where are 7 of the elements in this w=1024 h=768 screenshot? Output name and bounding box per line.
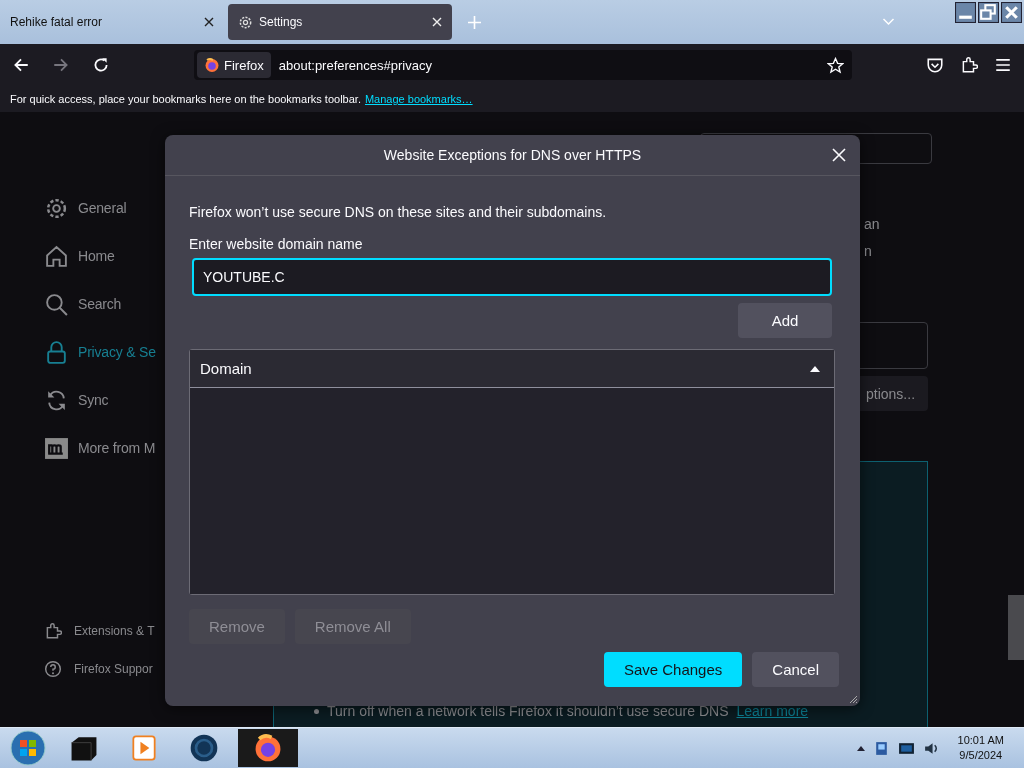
url-text: about:preferences#privacy (278, 57, 433, 73)
dialog-title: Website Exceptions for DNS over HTTPS (383, 147, 642, 163)
field-label: Enter website domain name (189, 236, 364, 252)
text-fragment: an (864, 216, 880, 232)
text-fragment: n (864, 243, 872, 259)
dialog-description: Firefox won’t use secure DNS on these sites and their subdomains. (189, 204, 608, 220)
bookmarks-toolbar-message: For quick access, place your bookmarks here on the bookmarks toolbar. (10, 93, 361, 105)
